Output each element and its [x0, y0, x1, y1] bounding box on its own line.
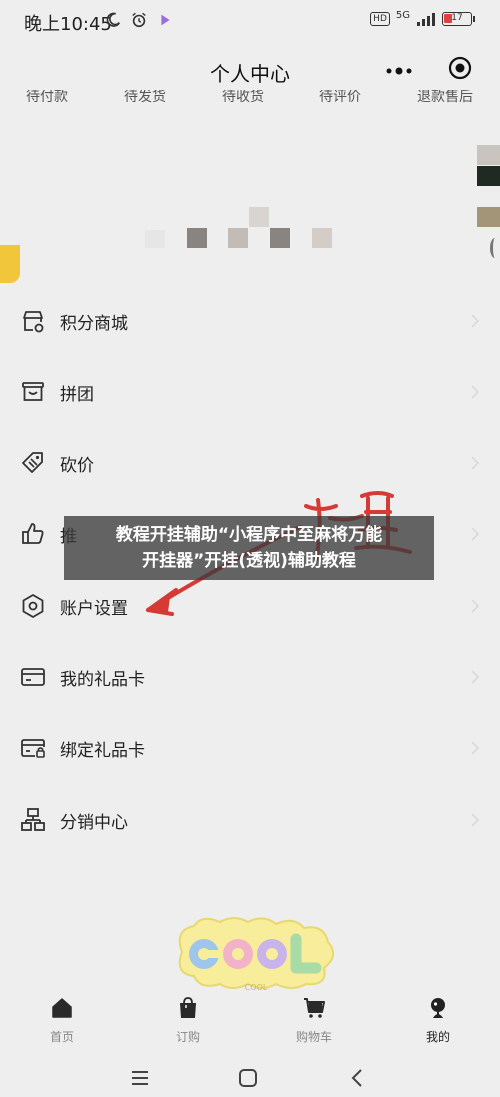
edge-decoration [490, 238, 500, 258]
bottom-tab-bar: 首页 订购 购物车 我的 [0, 990, 500, 1050]
chevron-right-icon [471, 385, 480, 399]
recent-apps-icon[interactable] [130, 1068, 150, 1088]
tab-label: 购物车 [295, 1030, 332, 1044]
yellow-badge-edge [0, 245, 20, 283]
alarm-icon [132, 12, 146, 28]
shopping-bag-icon [180, 997, 196, 1018]
menu-item-distribution-center[interactable]: 分销中心 [0, 795, 500, 845]
more-options-icon[interactable] [384, 66, 414, 76]
menu-item-points-mall[interactable]: 积分商城 [0, 296, 500, 346]
tab-label: 订购 [175, 1030, 200, 1044]
mosaic-block [249, 207, 269, 227]
tab-home[interactable]: 首页 [22, 996, 102, 1045]
mosaic-block [477, 207, 500, 227]
menu-item-group-buy[interactable]: 拼团 [0, 367, 500, 417]
home-button-icon[interactable] [238, 1068, 258, 1088]
system-navigation-bar [0, 1058, 500, 1097]
mosaic-block [228, 228, 248, 248]
mosaic-block [477, 166, 500, 186]
user-icon [431, 998, 445, 1018]
home-icon [52, 998, 72, 1018]
moon-icon [106, 12, 121, 27]
order-pending-payment[interactable]: 待付款 [12, 90, 82, 106]
tag-icon [22, 452, 43, 473]
store-icon [23, 311, 44, 333]
menu-label: 砍价 [60, 456, 94, 476]
status-notification-icons [104, 11, 174, 29]
order-status-strip: 待付款 待发货 待收货 待评价 退款售后 [0, 90, 500, 108]
mosaic-block [270, 228, 290, 248]
chevron-right-icon [471, 670, 480, 684]
menu-label: 绑定礼品卡 [60, 741, 145, 761]
mosaic-block [145, 230, 165, 248]
card-icon [21, 668, 45, 686]
tab-profile[interactable]: 我的 [398, 996, 478, 1045]
tab-order[interactable]: 订购 [148, 996, 228, 1045]
close-miniprogram-icon[interactable] [448, 56, 472, 80]
mosaic-block [312, 228, 332, 248]
status-indicators: HD 5G 17 [370, 9, 475, 26]
menu-item-account-settings[interactable]: 账户设置 [0, 581, 500, 631]
battery-level: 17 [451, 13, 463, 23]
status-bar: 晚上10:45 HD 5G 17 [0, 0, 500, 44]
status-time: 晚上10:45 [24, 14, 112, 35]
tab-label: 首页 [49, 1030, 74, 1044]
hexagon-settings-icon [22, 594, 44, 618]
thumbs-up-icon [22, 523, 44, 544]
menu-item-bind-gift-card[interactable]: 绑定礼品卡 [0, 723, 500, 773]
cart-icon [304, 998, 325, 1018]
back-icon[interactable] [348, 1068, 368, 1088]
menu-label: 拼团 [60, 385, 94, 405]
tab-cart[interactable]: 购物车 [274, 996, 354, 1045]
mosaic-block [477, 145, 500, 165]
tab-label: 我的 [425, 1030, 450, 1044]
page-header: 个人中心 [0, 44, 500, 94]
order-pending-shipment[interactable]: 待发货 [110, 90, 180, 106]
card-bind-icon [21, 739, 45, 758]
chevron-right-icon [471, 456, 480, 470]
chevron-right-icon [471, 527, 480, 541]
chevron-right-icon [471, 599, 480, 613]
menu-label: 账户设置 [60, 599, 128, 619]
banner-line-1: 教程开挂辅助“小程序中至麻将万能 [115, 525, 383, 545]
menu-label: 分销中心 [60, 813, 128, 833]
play-store-icon [161, 14, 170, 26]
shopping-basket-icon [22, 382, 44, 401]
menu-item-my-gift-card[interactable]: 我的礼品卡 [0, 652, 500, 702]
page-title: 个人中心 [210, 62, 290, 86]
overlay-banner: 教程开挂辅助“小程序中至麻将万能 开挂器”开挂(透视)辅助教程 [64, 516, 434, 580]
chevron-right-icon [471, 314, 480, 328]
menu-item-bargain[interactable]: 砍价 [0, 438, 500, 488]
banner-line-2: 开挂器”开挂(透视)辅助教程 [142, 551, 356, 571]
mosaic-block [187, 228, 207, 248]
battery-icon: 17 [442, 12, 475, 26]
order-refund[interactable]: 退款售后 [410, 90, 480, 106]
order-pending-receipt[interactable]: 待收货 [208, 90, 278, 106]
chevron-right-icon [471, 741, 480, 755]
menu-label: 我的礼品卡 [60, 670, 145, 690]
hd-badge: HD [370, 12, 390, 26]
cool-sticker: COOL [178, 917, 335, 992]
org-chart-icon [21, 808, 45, 831]
network-type: 5G [395, 9, 410, 21]
menu-label: 积分商城 [60, 314, 128, 334]
chevron-right-icon [471, 813, 480, 827]
signal-icon [417, 13, 435, 26]
order-pending-review[interactable]: 待评价 [305, 90, 375, 106]
